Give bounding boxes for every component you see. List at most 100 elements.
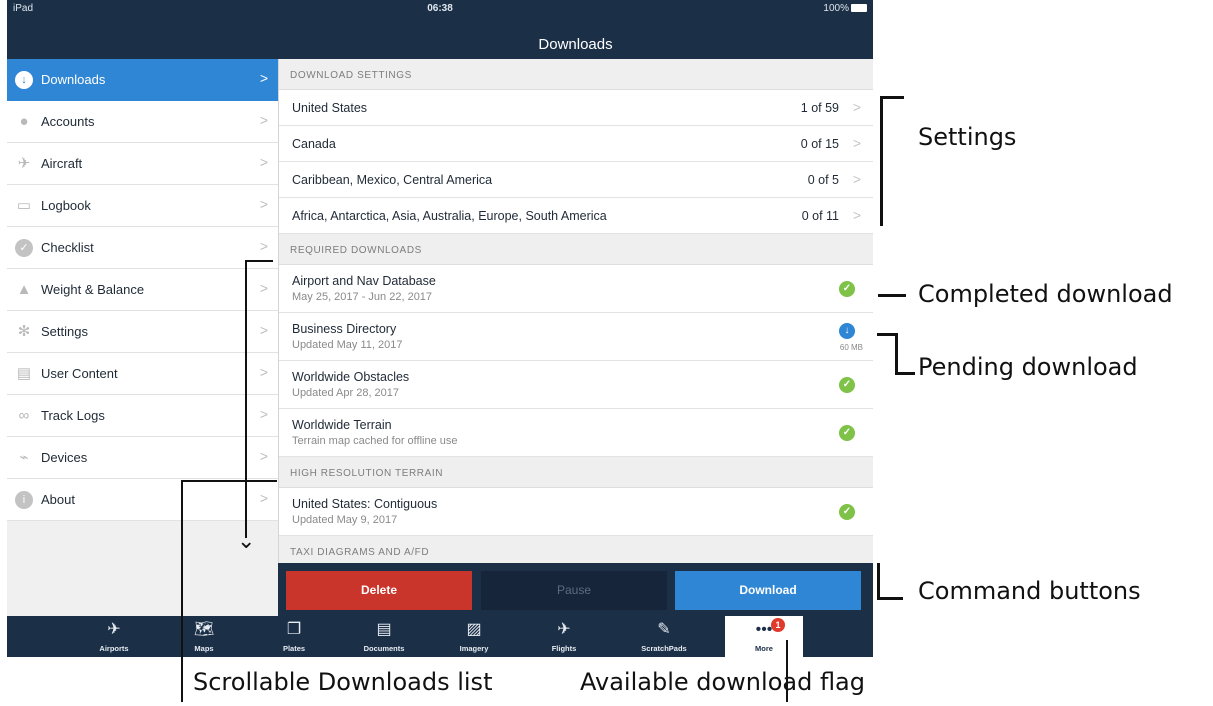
sidebar-item-logbook[interactable]: ▭ Logbook > [7,185,278,227]
available-download-badge: 1 [771,618,785,632]
sidebar-item-track-logs[interactable]: ∞ Track Logs > [7,395,278,437]
chevron-right-icon: > [259,112,268,128]
row-label: Canada [292,137,336,151]
plug-icon: ⌁ [19,449,29,466]
chevron-right-icon: > [259,490,268,506]
documents-icon: ▤ [376,621,392,638]
track-icon: ∞ [18,407,30,424]
sidebar-item-checklist[interactable]: ✓ Checklist > [7,227,278,269]
download-row-worldwide-obstacles[interactable]: Worldwide Obstacles Updated Apr 28, 2017… [279,361,873,409]
sidebar-item-label: Track Logs [41,408,105,423]
row-title: United States: Contiguous [292,497,438,511]
row-count: 0 of 15 [800,137,839,151]
battery-percent: 100% [823,3,849,14]
pending-download-callout: Pending download [918,353,1138,381]
tab-maps[interactable]: 🗺 Maps [165,616,243,657]
setting-row-canada[interactable]: Canada 0 of 15 > [279,126,873,162]
tab-imagery[interactable]: ▨ Imagery [435,616,513,657]
pending-download-icon[interactable]: ↓ [839,323,855,339]
sidebar-item-label: About [41,492,75,507]
airport-icon: ✈ [107,621,121,638]
sidebar-item-label: Devices [41,450,88,465]
map-icon: 🗺 [193,621,215,638]
setting-row-united-states[interactable]: United States 1 of 59 > [279,90,873,126]
scroll-line-vertical [245,260,247,538]
download-icon: ↓ [15,71,33,89]
row-count: 0 of 11 [801,209,839,223]
download-row-airport-nav-database[interactable]: Airport and Nav Database May 25, 2017 - … [279,265,873,313]
imagery-icon: ▨ [466,621,482,638]
command-bar: Delete Pause Download [278,563,873,616]
document-icon: ▤ [16,365,32,382]
chevron-right-icon: > [259,238,268,254]
flights-icon: ✈ [557,621,571,638]
row-count: 0 of 5 [807,173,839,187]
settings-callout: Settings [918,123,1017,151]
tab-more[interactable]: ••• More 1 [725,616,803,657]
tab-documents[interactable]: ▤ Documents [345,616,423,657]
section-header-taxi-diagrams: TAXI DIAGRAMS AND A/FD [279,536,873,563]
chevron-right-icon: > [259,406,268,422]
section-header-download-settings: DOWNLOAD SETTINGS [279,59,873,90]
book-icon: ▭ [16,197,32,214]
row-title: Airport and Nav Database [292,274,436,288]
ipad-screen: iPad 06:38 100% Downloads ↓ Downloads > … [7,0,873,657]
chevron-right-icon: > [852,207,861,223]
tab-scratchpads[interactable]: ✎ ScratchPads [625,616,703,657]
sidebar-item-aircraft[interactable]: ✈ Aircraft > [7,143,278,185]
navigation-bar: iPad 06:38 100% Downloads [7,0,873,59]
row-label: Africa, Antarctica, Asia, Australia, Eur… [292,209,607,223]
sidebar-item-user-content[interactable]: ▤ User Content > [7,353,278,395]
delete-button[interactable]: Delete [286,571,472,610]
row-title: Business Directory [292,322,397,336]
tab-label: Maps [194,644,214,653]
completed-check-icon: ✓ [839,425,855,441]
section-header-high-resolution-terrain: HIGH RESOLUTION TERRAIN [279,457,873,488]
tab-label: Imagery [459,644,489,653]
tab-airports[interactable]: ✈ Airports [75,616,153,657]
completed-check-icon: ✓ [839,281,855,297]
pen-icon: ✎ [657,621,671,638]
download-row-united-states-contiguous[interactable]: United States: Contiguous Updated May 9,… [279,488,873,536]
command-buttons-callout: Command buttons [918,577,1141,605]
chevron-right-icon: > [259,364,268,380]
completed-check-icon: ✓ [839,377,855,393]
download-button[interactable]: Download [675,571,861,610]
setting-row-caribbean[interactable]: Caribbean, Mexico, Central America 0 of … [279,162,873,198]
sidebar-item-about[interactable]: i About > [7,479,278,521]
available-download-flag-callout: Available download flag [580,668,865,696]
sidebar-item-accounts[interactable]: ● Accounts > [7,101,278,143]
chevron-right-icon: > [852,135,861,151]
download-row-business-directory[interactable]: Business Directory Updated May 11, 2017 … [279,313,873,361]
tab-label: More [755,644,773,653]
sidebar-item-devices[interactable]: ⌁ Devices > [7,437,278,479]
sidebar-item-weight-balance[interactable]: ▲ Weight & Balance > [7,269,278,311]
pause-button[interactable]: Pause [481,571,667,610]
row-count: 1 of 59 [800,101,839,115]
chevron-right-icon: > [259,448,268,464]
completed-download-callout: Completed download [918,280,1173,308]
row-subtitle: May 25, 2017 - Jun 22, 2017 [292,291,433,303]
person-icon: ● [19,113,29,130]
sidebar-item-label: Logbook [41,198,91,213]
downloads-list[interactable]: DOWNLOAD SETTINGS United States 1 of 59 … [278,59,873,563]
row-label: Caribbean, Mexico, Central America [292,173,493,187]
sidebar-item-downloads[interactable]: ↓ Downloads > [7,59,278,101]
pending-callout-line-top [877,333,897,336]
tab-flights[interactable]: ✈ Flights [525,616,603,657]
row-subtitle: Terrain map cached for offline use [292,435,458,447]
tab-bar: ✈ Airports 🗺 Maps ❐ Plates ▤ Documents ▨… [7,616,873,657]
pending-callout-line-vertical [895,333,898,375]
tab-plates[interactable]: ❐ Plates [255,616,333,657]
pending-callout-line-bottom [895,372,915,375]
command-bracket-tick [877,597,903,600]
setting-row-international[interactable]: Africa, Antarctica, Asia, Australia, Eur… [279,198,873,234]
checkmark-icon: ✓ [15,239,33,257]
sidebar-item-settings[interactable]: ✻ Settings > [7,311,278,353]
row-label: United States [292,101,368,115]
download-row-worldwide-terrain[interactable]: Worldwide Terrain Terrain map cached for… [279,409,873,457]
chevron-right-icon: > [259,154,268,170]
gear-icon: ✻ [17,323,31,340]
scroll-line-left [181,480,183,702]
row-subtitle: Updated Apr 28, 2017 [292,387,400,399]
